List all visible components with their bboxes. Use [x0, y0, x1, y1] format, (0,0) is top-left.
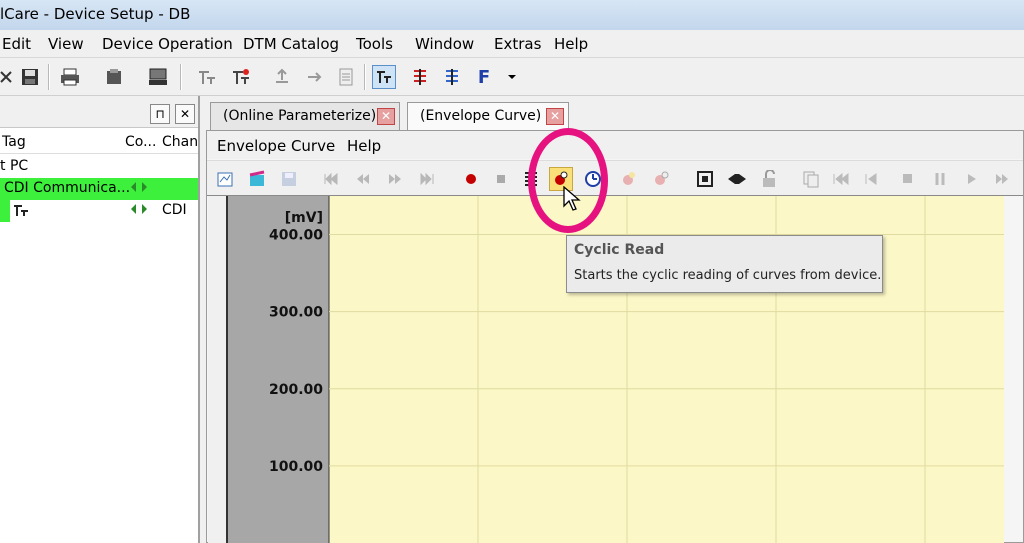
tree-row-label: t PC [0, 158, 29, 174]
download-icon[interactable] [302, 65, 326, 89]
selection-marker [0, 200, 10, 222]
device-icon [12, 202, 30, 222]
online-parameterize-icon[interactable] [372, 65, 396, 89]
device-disconnect-icon[interactable] [229, 65, 253, 89]
network-view-panel: ⊓ ✕ Tag Co... Chan t PC CDI Communica...… [0, 96, 200, 543]
menu-edit[interactable]: Edit [2, 35, 31, 53]
menu-extras[interactable]: Extras [494, 35, 541, 53]
col-channel[interactable]: Chan [162, 134, 198, 150]
tree-row-channel: CDI [162, 202, 187, 218]
toolbar-separator [180, 64, 182, 90]
main-toolbar: F [0, 58, 1024, 96]
document-icon[interactable] [334, 65, 358, 89]
y-tick-label: 100.00 [269, 459, 323, 475]
tree-row-cdi-communication[interactable]: CDI Communica... [0, 178, 198, 200]
network-icon[interactable] [146, 65, 170, 89]
tree-row-pc[interactable]: t PC [0, 156, 198, 178]
window-title: lCare - Device Setup - DB [0, 5, 191, 23]
tooltip-title: Cyclic Read [574, 242, 665, 258]
window-titlebar: lCare - Device Setup - DB [0, 0, 1024, 30]
toolbar-separator [48, 64, 50, 90]
menu-bar: Edit View Device Operation DTM Catalog T… [0, 30, 1024, 58]
device-connect-icon[interactable] [195, 65, 219, 89]
menu-view[interactable]: View [48, 35, 84, 53]
offline-parameterize-icon[interactable] [408, 65, 432, 89]
function-icon[interactable]: F [472, 65, 496, 89]
y-tick-label: 400.00 [269, 228, 323, 244]
catalog-icon[interactable] [102, 65, 126, 89]
mouse-cursor-icon [563, 185, 581, 216]
y-tick-label: 300.00 [269, 305, 323, 321]
col-connection[interactable]: Co... [125, 134, 156, 150]
pin-icon[interactable]: ⊓ [150, 104, 170, 124]
connection-arrows-icon [130, 202, 148, 220]
toolbar-separator [364, 64, 366, 90]
chevron-down-icon[interactable] [500, 65, 524, 89]
upload-icon[interactable] [270, 65, 294, 89]
menu-help[interactable]: Help [554, 35, 588, 53]
menu-device-operation[interactable]: Device Operation [102, 35, 233, 53]
close-icon[interactable]: ✕ [175, 104, 195, 124]
tree-row-label: CDI Communica... [4, 180, 131, 196]
menu-window[interactable]: Window [415, 35, 474, 53]
compare-icon[interactable] [440, 65, 464, 89]
refresh-icon[interactable] [0, 65, 18, 89]
tooltip-body: Starts the cyclic reading of curves from… [574, 268, 882, 283]
menu-tools[interactable]: Tools [356, 35, 393, 53]
save-icon[interactable] [18, 65, 42, 89]
menu-dtm-catalog[interactable]: DTM Catalog [243, 35, 339, 53]
annotation-highlight-circle [528, 128, 608, 233]
cyclic-read-tooltip: Cyclic Read Starts the cyclic reading of… [566, 235, 883, 293]
column-headers: Tag Co... Chan [0, 132, 198, 154]
panel-header: ⊓ ✕ [0, 96, 198, 128]
y-axis-label: [mV] [285, 210, 323, 226]
y-axis-panel [227, 196, 329, 543]
connection-arrows-icon [130, 180, 148, 198]
col-tag[interactable]: Tag [2, 134, 26, 150]
tree-row-device[interactable]: CDI [0, 200, 198, 222]
print-icon[interactable] [58, 65, 82, 89]
y-tick-label: 200.00 [269, 382, 323, 398]
